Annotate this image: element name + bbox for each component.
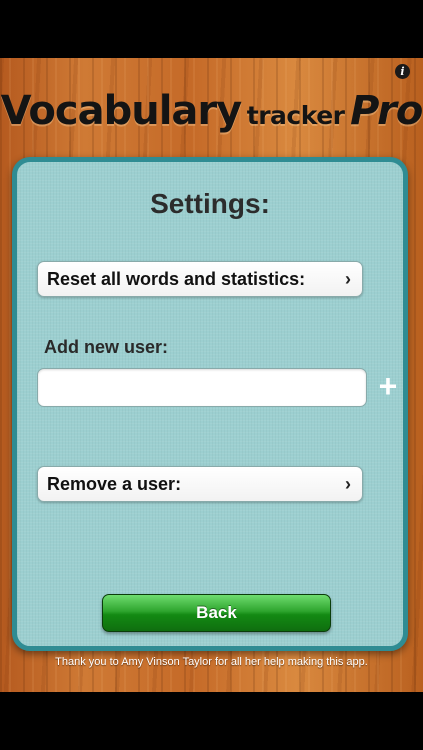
new-user-input[interactable]: [37, 368, 367, 407]
reset-all-button[interactable]: Reset all words and statistics: ›: [37, 261, 363, 297]
chevron-right-icon: ›: [345, 269, 351, 289]
settings-title: Settings:: [150, 188, 270, 219]
remove-user-label: Remove a user:: [47, 474, 182, 494]
app-title: Vocabulary tracker Pro: [0, 88, 423, 134]
add-new-user-label: Add new user:: [44, 337, 169, 357]
plus-icon[interactable]: +: [375, 370, 401, 402]
back-button[interactable]: Back: [102, 594, 331, 632]
reset-all-label: Reset all words and statistics:: [47, 269, 306, 289]
app-title-pro: Pro: [350, 88, 423, 134]
app-title-main: Vocabulary: [0, 88, 243, 134]
info-icon[interactable]: i: [395, 64, 410, 79]
app-title-sub: tracker: [246, 101, 345, 130]
settings-panel: Settings: Reset all words and statistics…: [12, 157, 408, 651]
chevron-right-icon: ›: [345, 474, 351, 494]
remove-user-button[interactable]: Remove a user: ›: [37, 466, 363, 502]
credits-text: Thank you to Amy Vinson Taylor for all h…: [55, 656, 368, 668]
